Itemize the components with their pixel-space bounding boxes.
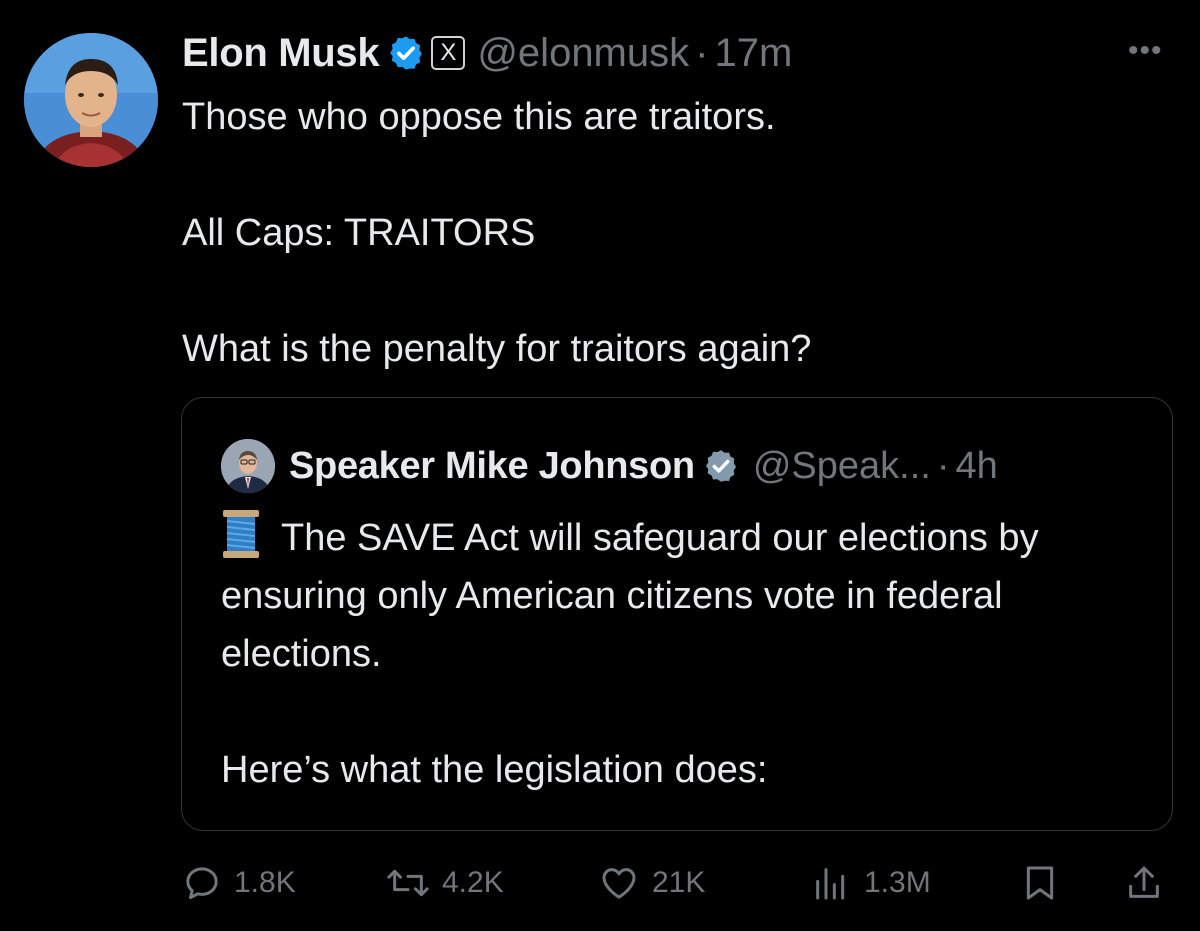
- like-count: 21K: [652, 866, 706, 899]
- bookmark-icon: [1026, 866, 1054, 900]
- views-button[interactable]: 1.3M: [810, 855, 931, 911]
- bookmark-button[interactable]: [1020, 855, 1060, 911]
- verified-badge-icon[interactable]: [387, 34, 425, 72]
- view-count: 1.3M: [864, 866, 931, 899]
- analytics-icon: [816, 868, 845, 900]
- reply-count: 1.8K: [234, 866, 296, 899]
- quoted-author-name[interactable]: Speaker Mike Johnson: [289, 445, 695, 488]
- quoted-tweet-header: Speaker Mike Johnson @Speak... · 4h: [221, 438, 998, 494]
- user-avatar-icon: [221, 439, 275, 493]
- verified-badge-gray-icon[interactable]: [703, 448, 739, 484]
- affiliation-badge-icon[interactable]: X: [431, 36, 466, 70]
- reply-button[interactable]: 1.8K: [182, 855, 296, 911]
- tweet-line: What is the penalty for traitors again?: [182, 328, 812, 370]
- separator-dot: ·: [695, 30, 709, 75]
- tweet-timestamp[interactable]: 17m: [714, 31, 792, 76]
- share-icon: [1129, 866, 1159, 898]
- tweet-header: Elon Musk X @elonmusk · 17m: [182, 28, 792, 78]
- quoted-tweet-timestamp[interactable]: 4h: [955, 445, 997, 488]
- thread-spool-icon: [221, 508, 261, 560]
- quoted-paragraph: Here’s what the legislation does:: [221, 749, 768, 791]
- more-options-icon[interactable]: •••: [1128, 34, 1163, 68]
- like-button[interactable]: 21K: [598, 855, 705, 911]
- action-bar: 1.8K 4.2K 21K 1.3M: [0, 855, 1200, 911]
- repost-button[interactable]: 4.2K: [386, 855, 504, 911]
- repost-count: 4.2K: [442, 866, 504, 899]
- tweet-body: Those who oppose this are traitors. All …: [182, 88, 811, 378]
- heart-icon: [602, 868, 636, 899]
- tweet-line: Those who oppose this are traitors.: [182, 96, 776, 138]
- author-avatar[interactable]: [24, 33, 158, 167]
- quoted-author-avatar[interactable]: [221, 439, 275, 493]
- quoted-paragraph: The SAVE Act will safeguard our election…: [221, 517, 1039, 675]
- repost-icon: [387, 869, 429, 897]
- quoted-tweet-body: The SAVE Act will safeguard our election…: [221, 508, 1151, 799]
- quoted-tweet-card[interactable]: Speaker Mike Johnson @Speak... · 4h The …: [181, 397, 1173, 831]
- share-button[interactable]: [1124, 855, 1164, 911]
- author-handle[interactable]: @elonmusk: [477, 31, 689, 76]
- tweet-line: All Caps: TRAITORS: [182, 212, 536, 254]
- user-avatar-icon: [24, 33, 158, 167]
- separator-dot: ·: [936, 444, 950, 487]
- reply-icon: [186, 867, 218, 899]
- quoted-author-handle[interactable]: @Speak...: [753, 445, 931, 488]
- author-name[interactable]: Elon Musk: [182, 31, 380, 76]
